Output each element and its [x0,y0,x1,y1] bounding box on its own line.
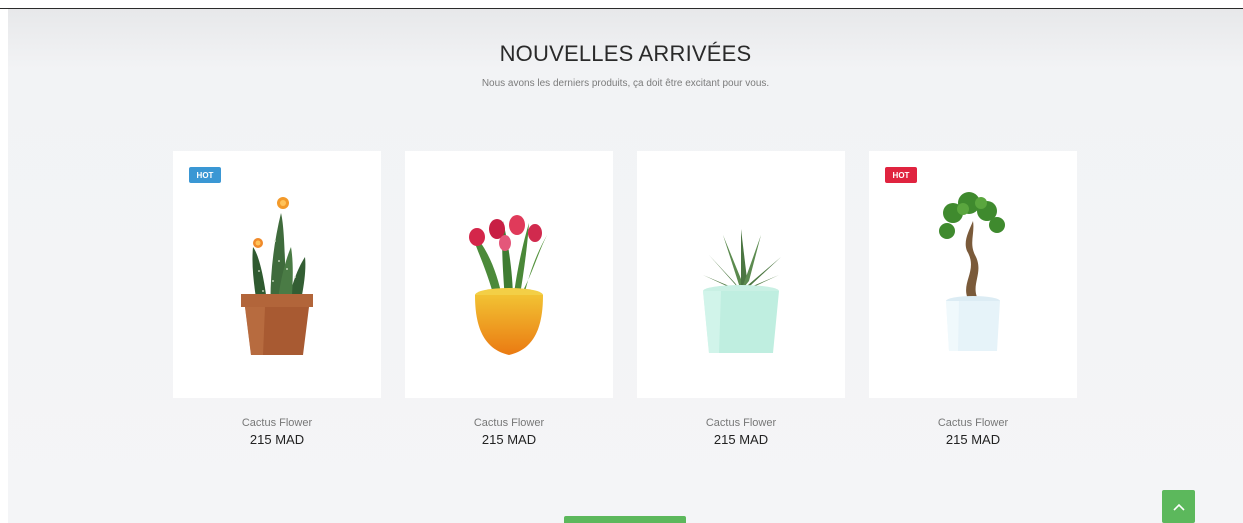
tulips-plant-image [469,215,547,355]
product-name[interactable]: Cactus Flower [405,417,613,429]
new-arrivals-section: NOUVELLES ARRIVÉES Nous avons les dernie… [8,9,1243,523]
product-image-area[interactable] [405,151,613,398]
product-price: 215 MAD [945,432,1001,447]
section-title: NOUVELLES ARRIVÉES [499,41,752,66]
product-name[interactable]: Cactus Flower [173,417,381,429]
window-top-border [0,0,1243,9]
cactus-plant-image [241,197,313,355]
product-price: 215 MAD [713,432,769,447]
hot-badge: HOT [189,167,221,183]
product-card[interactable]: HOT Cactus Flower 215 MAD [173,151,381,447]
scroll-to-top-button[interactable] [1162,490,1195,523]
section-subtitle: Nous avons les derniers produits, ça doi… [481,78,770,89]
bonsai-plant-image [939,192,1005,351]
view-more-button[interactable] [564,516,686,523]
product-name[interactable]: Cactus Flower [869,417,1077,429]
product-name[interactable]: Cactus Flower [637,417,845,429]
product-image-area[interactable] [637,151,845,398]
chevron-up-icon [1172,498,1185,516]
product-image-area[interactable]: HOT [173,151,381,398]
aloe-plant-image [703,229,781,353]
hot-badge: HOT [885,167,917,183]
product-card[interactable]: HOT Cactus Flower 215 MAD [869,151,1077,447]
product-card[interactable]: Cactus Flower 215 MAD [405,151,613,447]
product-image-area[interactable]: HOT [869,151,1077,398]
product-price: 215 MAD [249,432,305,447]
product-price: 215 MAD [481,432,537,447]
product-card[interactable]: Cactus Flower 215 MAD [637,151,845,447]
